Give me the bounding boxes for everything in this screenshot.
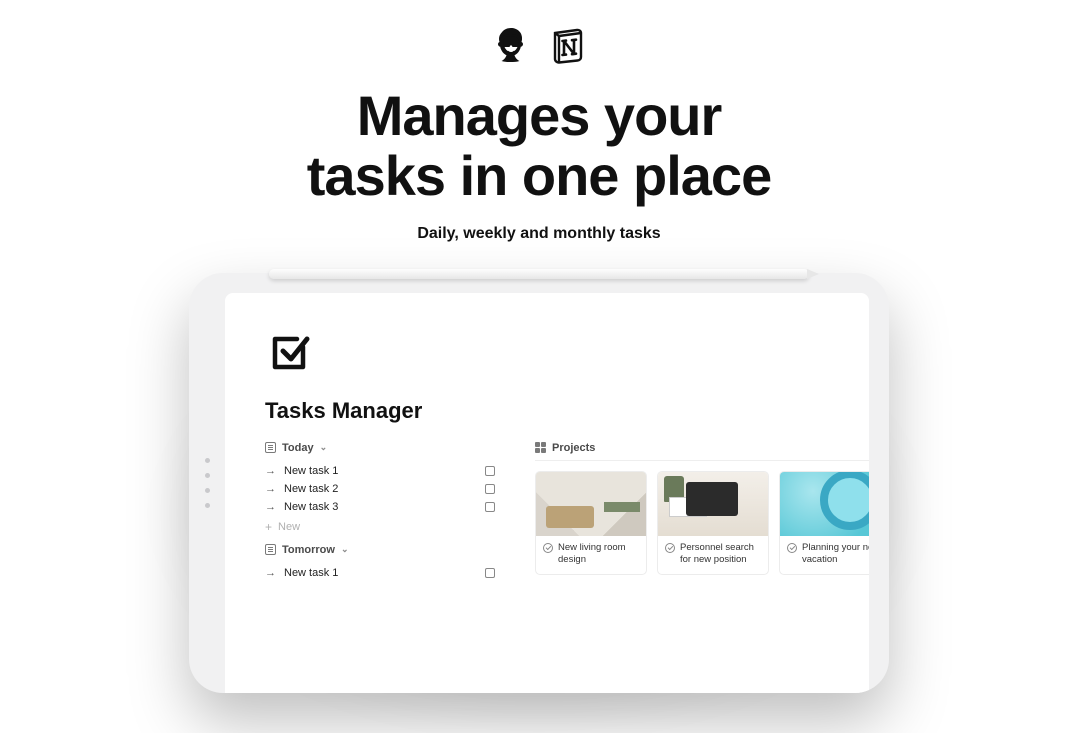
page-title: Tasks Manager — [265, 398, 829, 424]
project-thumbnail — [658, 472, 768, 536]
status-ring-icon — [665, 543, 675, 553]
new-task-label: New — [278, 521, 300, 533]
list-icon — [265, 442, 276, 453]
task-row[interactable]: → New task 3 — [265, 498, 495, 516]
project-title: Personnel search for new position — [680, 542, 761, 566]
task-row[interactable]: → New task 1 — [265, 564, 495, 582]
section-label-tomorrow: Tomorrow — [282, 544, 335, 556]
section-head-today[interactable]: Today ⌄ — [265, 442, 495, 454]
chevron-down-icon: ⌄ — [341, 544, 349, 555]
task-label: New task 1 — [284, 567, 338, 579]
tablet-mockup: Tasks Manager Today ⌄ → New task 1 — [189, 273, 889, 693]
headline-line-1: Manages your — [357, 84, 722, 147]
status-ring-icon — [787, 543, 797, 553]
projects-header[interactable]: Projects — [535, 442, 869, 461]
section-head-tomorrow[interactable]: Tomorrow ⌄ — [265, 544, 495, 556]
project-thumbnail — [780, 472, 869, 536]
project-card[interactable]: New living room design — [535, 471, 647, 575]
task-row[interactable]: → New task 2 — [265, 480, 495, 498]
task-checkbox[interactable] — [485, 466, 495, 476]
project-title: Planning your next vacation — [802, 542, 869, 566]
project-card[interactable]: Personnel search for new position — [657, 471, 769, 575]
task-row[interactable]: → New task 1 — [265, 462, 495, 480]
project-card[interactable]: Planning your next vacation — [779, 471, 869, 575]
projects-header-label: Projects — [552, 442, 595, 454]
new-task-button[interactable]: + New — [265, 516, 495, 544]
hero-subhead: Daily, weekly and monthly tasks — [417, 225, 660, 243]
tablet-side-controls — [201, 273, 213, 693]
projects-column: Projects New living room design — [535, 442, 869, 575]
status-ring-icon — [543, 543, 553, 553]
arrow-right-icon: → — [265, 567, 276, 579]
project-thumbnail — [536, 472, 646, 536]
tasks-column: Today ⌄ → New task 1 → New task 2 — [265, 442, 495, 582]
plus-icon: + — [265, 520, 272, 534]
arrow-right-icon: → — [265, 501, 276, 513]
project-title: New living room design — [558, 542, 639, 566]
arrow-right-icon: → — [265, 465, 276, 477]
arrow-right-icon: → — [265, 483, 276, 495]
avatar-face-icon — [489, 24, 533, 68]
task-label: New task 2 — [284, 483, 338, 495]
notion-logo-icon — [547, 25, 589, 67]
task-label: New task 1 — [284, 465, 338, 477]
checkbox-logo-icon — [265, 329, 829, 382]
app-screen: Tasks Manager Today ⌄ → New task 1 — [225, 293, 869, 693]
list-icon — [265, 544, 276, 555]
hero-headline: Manages your tasks in one place — [307, 86, 771, 207]
task-checkbox[interactable] — [485, 484, 495, 494]
task-label: New task 3 — [284, 501, 338, 513]
section-label-today: Today — [282, 442, 314, 454]
task-checkbox[interactable] — [485, 568, 495, 578]
chevron-down-icon: ⌄ — [320, 442, 328, 453]
headline-line-2: tasks in one place — [307, 144, 771, 207]
task-checkbox[interactable] — [485, 502, 495, 512]
apple-pencil — [269, 267, 809, 281]
grid-icon — [535, 442, 546, 453]
